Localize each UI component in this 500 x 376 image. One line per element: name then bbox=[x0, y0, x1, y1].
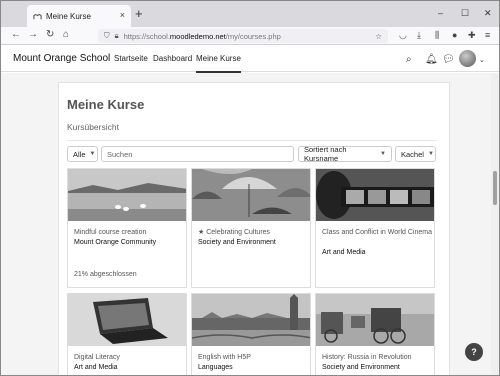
course-name[interactable]: Society and Environment bbox=[322, 363, 432, 372]
nav-meine-kurse[interactable]: Meine Kurse bbox=[196, 54, 241, 73]
tab-title: Meine Kurse bbox=[46, 11, 91, 21]
bookmark-star-icon[interactable]: ☆ bbox=[375, 32, 382, 41]
course-image-umbrellas bbox=[192, 169, 310, 221]
site-navbar: Mount Orange School Startseite Dashboard… bbox=[1, 46, 499, 73]
download-icon[interactable]: ⤓ bbox=[417, 30, 421, 41]
course-card-english-h5p[interactable]: English with H5P Languages bbox=[191, 293, 311, 375]
user-menu-chevron-icon[interactable]: ⌄ bbox=[479, 56, 485, 64]
forward-icon[interactable]: → bbox=[28, 29, 38, 40]
chevron-down-icon: ▼ bbox=[89, 151, 96, 157]
grouping-value: Alle bbox=[73, 149, 86, 159]
home-icon[interactable]: ⌂ bbox=[63, 29, 69, 40]
course-category: English with H5P bbox=[198, 354, 251, 361]
chevron-down-icon: ▼ bbox=[380, 151, 386, 157]
course-category: History: Russia in Revolution bbox=[322, 354, 412, 361]
reload-icon[interactable]: ↻ bbox=[46, 29, 54, 40]
moodle-favicon-icon bbox=[33, 13, 42, 19]
tab-strip: Meine Kurse × + – ☐ ✕ bbox=[1, 1, 499, 27]
course-category: Class and Conflict in World Cinema bbox=[322, 229, 432, 236]
course-category: Celebrating Cultures bbox=[206, 229, 271, 236]
view-value: Kachel bbox=[401, 149, 424, 159]
tab-close-icon[interactable]: × bbox=[120, 10, 125, 20]
menu-icon[interactable]: ≡ bbox=[485, 30, 490, 40]
shield-icon: ⛉ bbox=[104, 31, 110, 40]
library-icon[interactable]: ⫼ bbox=[435, 30, 439, 41]
close-window-button[interactable]: ✕ bbox=[484, 8, 492, 19]
maximize-button[interactable]: ☐ bbox=[461, 8, 469, 19]
search-placeholder: Suchen bbox=[107, 149, 133, 159]
course-name[interactable]: Mount Orange Community bbox=[74, 238, 184, 247]
nav-startseite[interactable]: Startseite bbox=[114, 54, 148, 63]
chevron-down-icon: ▼ bbox=[427, 151, 434, 157]
minimize-button[interactable]: – bbox=[438, 8, 443, 18]
messages-icon[interactable]: 💬︎ bbox=[442, 54, 455, 65]
course-category: Mindful course creation bbox=[74, 229, 147, 236]
course-name[interactable]: Society and Environment bbox=[198, 238, 308, 247]
grouping-dropdown[interactable]: Alle ▼ bbox=[67, 146, 98, 162]
scrollbar-thumb[interactable] bbox=[493, 171, 497, 205]
course-name[interactable]: Art and Media bbox=[322, 248, 432, 257]
url-domain: moodledemo.net bbox=[169, 31, 226, 41]
nav-dashboard[interactable]: Dashboard bbox=[153, 54, 192, 63]
course-card-class-and-conflict[interactable]: Class and Conflict in World Cinema Art a… bbox=[315, 168, 435, 288]
search-icon[interactable]: ⌕ bbox=[406, 54, 412, 65]
page-title: Meine Kurse bbox=[67, 97, 145, 112]
browser-tab[interactable]: Meine Kurse × bbox=[27, 5, 131, 27]
extension-icon[interactable]: ✚ bbox=[468, 30, 476, 41]
course-image-lake bbox=[68, 169, 186, 221]
course-card-digital-literacy[interactable]: Digital Literacy Art and Media bbox=[67, 293, 187, 375]
divider bbox=[67, 140, 437, 141]
course-name[interactable]: Languages bbox=[198, 363, 308, 372]
navigation-toolbar: ← → ↻ ⌂ ⛉ 🔒︎ https://school. moodledemo.n… bbox=[1, 27, 499, 45]
url-bar[interactable]: ⛉ 🔒︎ https://school. moodledemo.net/my/co… bbox=[98, 29, 388, 43]
browser-window: Meine Kurse × + – ☐ ✕ ← → ↻ ⌂ ⛉ 🔒︎ https… bbox=[0, 0, 500, 376]
scrollbar[interactable] bbox=[491, 73, 499, 375]
course-name[interactable]: Art and Media bbox=[74, 363, 184, 372]
notifications-bell-icon[interactable]: 🔔︎ bbox=[425, 54, 438, 65]
sort-value: Sortiert nach Kursname bbox=[304, 145, 347, 163]
course-category-line: ★ Celebrating Cultures bbox=[198, 228, 308, 237]
course-image-film-strip bbox=[316, 169, 434, 221]
back-icon[interactable]: ← bbox=[11, 29, 21, 40]
url-path: /my/courses.php bbox=[225, 31, 281, 41]
account-icon[interactable]: ● bbox=[452, 30, 457, 40]
course-card-celebrating-cultures[interactable]: ★ Celebrating Cultures Society and Envir… bbox=[191, 168, 311, 288]
sort-dropdown[interactable]: Sortiert nach Kursname ▼ bbox=[298, 145, 392, 163]
course-image-laptop bbox=[68, 294, 186, 346]
star-icon[interactable]: ★ bbox=[198, 229, 204, 236]
search-input[interactable]: Suchen bbox=[101, 146, 294, 162]
course-image-carriages bbox=[316, 294, 434, 346]
lock-icon: 🔒︎ bbox=[114, 31, 119, 40]
url-prefix: https://school. bbox=[123, 31, 170, 41]
course-card-mount-orange-community[interactable]: Mindful course creation Mount Orange Com… bbox=[67, 168, 187, 288]
user-avatar[interactable] bbox=[459, 50, 476, 67]
new-tab-button[interactable]: + bbox=[135, 6, 143, 21]
pocket-icon[interactable]: ◡ bbox=[399, 30, 407, 41]
course-image-london bbox=[192, 294, 310, 346]
course-category: Digital Literacy bbox=[74, 354, 120, 361]
view-dropdown[interactable]: Kachel ▼ bbox=[395, 146, 436, 162]
site-name[interactable]: Mount Orange School bbox=[13, 53, 110, 64]
page-subtitle: Kursübersicht bbox=[67, 122, 119, 132]
course-progress: 21% abgeschlossen bbox=[74, 271, 137, 278]
help-button[interactable]: ? bbox=[465, 343, 483, 361]
course-card-russia-revolution[interactable]: History: Russia in Revolution Society an… bbox=[315, 293, 435, 375]
